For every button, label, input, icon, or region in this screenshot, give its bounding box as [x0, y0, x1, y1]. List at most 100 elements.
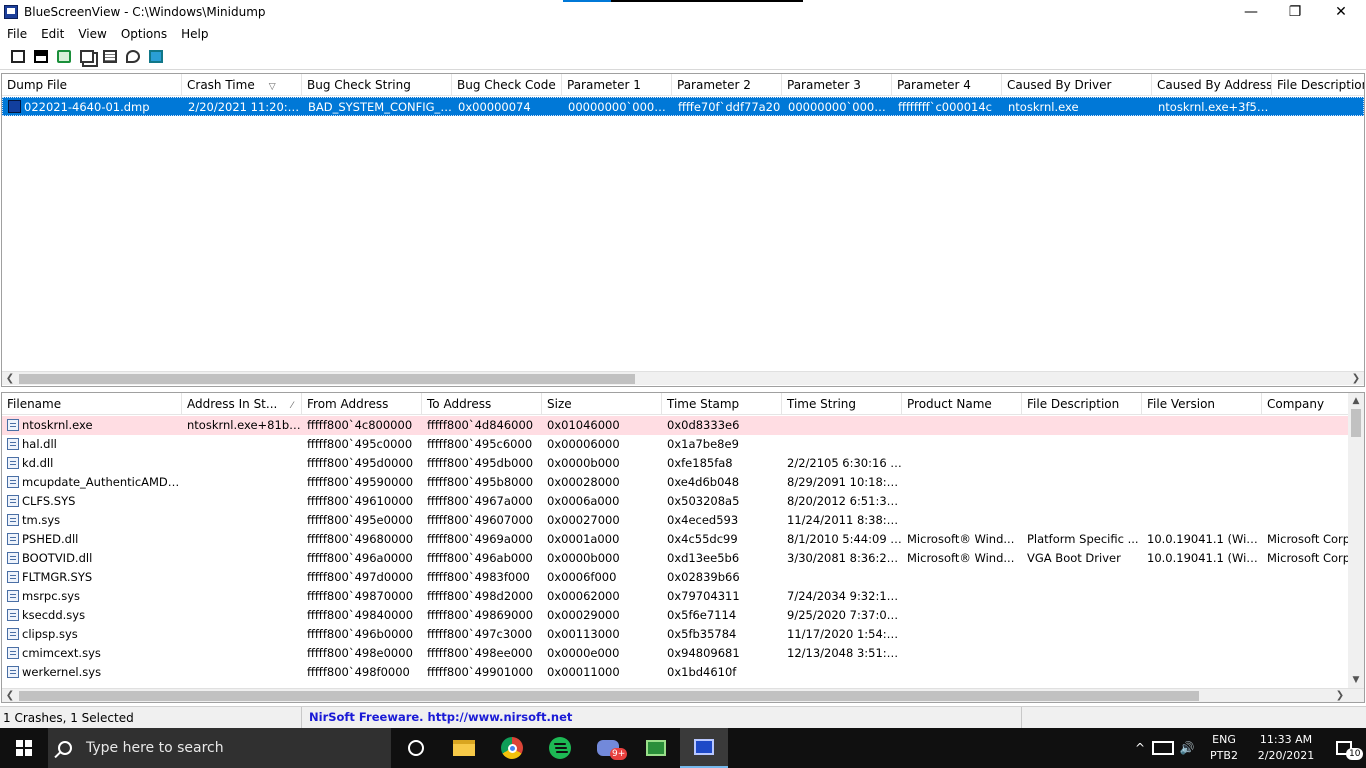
- spotify-icon[interactable]: [536, 728, 584, 768]
- chrome-icon[interactable]: [488, 728, 536, 768]
- driver-file-icon: [7, 438, 19, 450]
- column-header-caused-by-driver[interactable]: Caused By Driver: [1002, 74, 1152, 96]
- column-header-parameter-1[interactable]: Parameter 1: [562, 74, 672, 96]
- cell-product-name: [902, 511, 1022, 530]
- file-explorer-icon[interactable]: [440, 728, 488, 768]
- tray-chevron-icon[interactable]: ^: [1130, 741, 1150, 755]
- exit-icon[interactable]: [146, 47, 166, 67]
- cell-parameter-1: 00000000`000000...: [568, 100, 673, 114]
- cell-address-in-st: [182, 606, 302, 625]
- input-language[interactable]: ENG PTB2: [1204, 732, 1244, 764]
- cell-time-string: 7/24/2034 9:32:17 ...: [787, 589, 902, 603]
- menu-options[interactable]: Options: [114, 27, 174, 41]
- taskbar-search-box[interactable]: Type here to search: [48, 728, 391, 768]
- driver-row[interactable]: ksecdd.sys fffff800`49840000 fffff800`4986…: [2, 606, 1348, 625]
- driver-row[interactable]: PSHED.dll fffff800`49680000 fffff800`4969a…: [2, 530, 1350, 549]
- column-header-file-description[interactable]: File Description: [1022, 393, 1142, 415]
- column-header-to-address[interactable]: To Address: [422, 393, 542, 415]
- cell-to-address: fffff800`4d846000: [427, 418, 534, 432]
- column-header-caused-by-address[interactable]: Caused By Address: [1152, 74, 1272, 96]
- column-header-parameter-4[interactable]: Parameter 4: [892, 74, 1002, 96]
- properties-icon[interactable]: [100, 47, 120, 67]
- column-header-crash-time[interactable]: Crash Time ▽: [182, 74, 302, 96]
- html-report-icon[interactable]: [8, 47, 28, 67]
- cell-file-version: 10.0.19041.1 (WinB...: [1147, 532, 1262, 546]
- crash-dump-row[interactable]: 022021-4640-01.dmp 2/20/2021 11:20:44... B…: [2, 97, 1364, 116]
- minimize-button[interactable]: —: [1228, 0, 1274, 24]
- close-button[interactable]: ✕: [1318, 0, 1364, 24]
- crash-dump-list[interactable]: Dump File Crash Time ▽ Bug Check String Bug …: [1, 73, 1365, 387]
- driver-row[interactable]: BOOTVID.dll fffff800`496a0000 fffff800`496…: [2, 549, 1350, 568]
- cell-file-description: [1273, 98, 1364, 117]
- column-header-bug-check-code[interactable]: Bug Check Code: [452, 74, 562, 96]
- driver-row[interactable]: kd.dll fffff800`495d0000 fffff800`495db000…: [2, 454, 1348, 473]
- nirsoft-link[interactable]: NirSoft Freeware. http://www.nirsoft.net: [302, 706, 1022, 729]
- driver-row[interactable]: msrpc.sys fffff800`49870000 fffff800`498d2…: [2, 587, 1348, 606]
- task-view-icon[interactable]: [392, 728, 440, 768]
- network-icon[interactable]: [1152, 741, 1174, 755]
- cell-time-stamp: 0x1a7be8e9: [667, 437, 739, 451]
- column-header-from-address[interactable]: From Address: [302, 393, 422, 415]
- column-header-product-name[interactable]: Product Name: [902, 393, 1022, 415]
- scroll-left-arrow-icon[interactable]: ❮: [2, 689, 18, 702]
- column-header-dump-file[interactable]: Dump File: [2, 74, 182, 96]
- menu-edit[interactable]: Edit: [34, 27, 71, 41]
- driver-row[interactable]: FLTMGR.SYS fffff800`497d0000 fffff800`4983…: [2, 568, 1348, 587]
- driver-row[interactable]: werkernel.sys fffff800`498f0000 fffff800`4…: [2, 663, 1348, 682]
- find-icon[interactable]: [123, 47, 143, 67]
- upper-horizontal-scrollbar[interactable]: ❮ ❯: [2, 371, 1364, 385]
- notification-center-icon[interactable]: 10: [1322, 728, 1366, 768]
- copy-icon[interactable]: [77, 47, 97, 67]
- refresh-icon[interactable]: [54, 47, 74, 67]
- driver-file-icon: [7, 647, 19, 659]
- scroll-up-arrow-icon[interactable]: ▲: [1348, 394, 1364, 408]
- driver-row[interactable]: cmimcext.sys fffff800`498e0000 fffff800`49…: [2, 644, 1348, 663]
- discord-icon[interactable]: 9+: [584, 728, 632, 768]
- lower-vertical-scrollbar[interactable]: ▲ ▼: [1348, 393, 1364, 688]
- menu-file[interactable]: File: [0, 27, 34, 41]
- lower-horizontal-scrollbar[interactable]: ❮ ❯: [2, 688, 1364, 702]
- driver-row[interactable]: mcupdate_AuthenticAMD.dll fffff800`495900…: [2, 473, 1348, 492]
- column-header-parameter-2[interactable]: Parameter 2: [672, 74, 782, 96]
- cell-filename: ksecdd.sys: [2, 606, 182, 625]
- column-header-filename[interactable]: Filename: [2, 393, 182, 415]
- restore-button[interactable]: ❐: [1272, 0, 1318, 24]
- cell-file-description: [1022, 587, 1142, 606]
- upper-scroll-thumb[interactable]: [19, 374, 635, 384]
- driver-row[interactable]: ntoskrnl.exe ntoskrnl.exe+81b1... fffff800…: [2, 416, 1348, 435]
- cell-from-address: fffff800`49840000: [307, 608, 414, 622]
- scroll-down-arrow-icon[interactable]: ▼: [1348, 673, 1364, 687]
- driver-row[interactable]: clipsp.sys fffff800`496b0000 fffff800`497c…: [2, 625, 1348, 644]
- column-header-file-description[interactable]: File Description: [1272, 74, 1364, 96]
- clock[interactable]: 11:33 AM 2/20/2021: [1250, 732, 1322, 764]
- cell-address-in-st: [182, 568, 302, 587]
- save-icon[interactable]: [31, 47, 51, 67]
- driver-list[interactable]: Filename Address In St... ⁄ From Address To …: [1, 392, 1365, 703]
- bluescreenview-icon[interactable]: [680, 728, 728, 768]
- column-header-parameter-3[interactable]: Parameter 3: [782, 74, 892, 96]
- menu-view[interactable]: View: [71, 27, 113, 41]
- column-header-address-in-st[interactable]: Address In St... ⁄: [182, 393, 302, 415]
- start-button[interactable]: [0, 728, 48, 768]
- lower-vscroll-thumb[interactable]: [1351, 409, 1361, 437]
- scroll-right-arrow-icon[interactable]: ❯: [1348, 372, 1364, 386]
- menu-help[interactable]: Help: [174, 27, 215, 41]
- column-header-file-version[interactable]: File Version: [1142, 393, 1262, 415]
- driver-row[interactable]: CLFS.SYS fffff800`49610000 fffff800`4967a0…: [2, 492, 1348, 511]
- column-header-size[interactable]: Size: [542, 393, 662, 415]
- column-header-bug-check-string[interactable]: Bug Check String: [302, 74, 452, 96]
- snipping-tool-icon[interactable]: [632, 728, 680, 768]
- scroll-right-arrow-icon[interactable]: ❯: [1332, 689, 1348, 702]
- scroll-left-arrow-icon[interactable]: ❮: [2, 372, 18, 386]
- column-header-time-string[interactable]: Time String: [782, 393, 902, 415]
- volume-icon[interactable]: 🔊: [1176, 741, 1198, 755]
- driver-row[interactable]: hal.dll fffff800`495c0000 fffff800`495c600…: [2, 435, 1348, 454]
- cell-product-name: [902, 454, 1022, 473]
- system-tray: ^ 🔊 ENG PTB2 11:33 AM 2/20/2021 10: [1130, 728, 1366, 768]
- lower-hscroll-thumb[interactable]: [19, 691, 1199, 701]
- column-header-time-stamp[interactable]: Time Stamp: [662, 393, 782, 415]
- sort-indicator-icon: ▽: [268, 82, 276, 92]
- driver-file-icon: [7, 552, 19, 564]
- cell-file-version: [1142, 454, 1262, 473]
- driver-row[interactable]: tm.sys fffff800`495e0000 fffff800`49607000…: [2, 511, 1348, 530]
